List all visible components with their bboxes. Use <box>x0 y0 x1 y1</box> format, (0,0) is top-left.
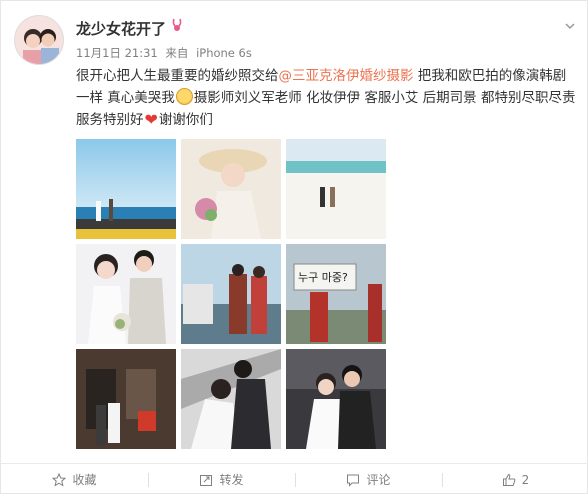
thumbs-up-icon <box>502 473 516 486</box>
favorite-button[interactable]: 收藏 <box>1 464 148 494</box>
comment-button[interactable]: 评论 <box>295 464 442 494</box>
photo-studio-couple[interactable] <box>76 244 176 344</box>
like-count: 2 <box>521 472 530 487</box>
weibo-post-card: 龙少女花开了 11月1日 21:31 来自 iPhone 6s 很开心把人生最重… <box>0 0 588 494</box>
post-text-segment: 很开心把人生最重要的婚纱照交给 <box>76 68 279 84</box>
photo-shop-front[interactable] <box>76 349 176 449</box>
post-text: 很开心把人生最重要的婚纱照交给@三亚克洛伊婚纱摄影 把我和欧巴拍的像演韩剧一样 … <box>76 65 576 131</box>
star-icon <box>52 472 67 487</box>
action-bar: 收藏 转发 评论 2 <box>1 463 588 494</box>
mention-link[interactable]: @三亚克洛伊婚纱摄影 <box>279 68 414 84</box>
avatar[interactable] <box>14 15 64 65</box>
like-button[interactable]: 2 <box>442 464 588 494</box>
post-source: iPhone 6s <box>196 46 252 60</box>
repost-label: 转发 <box>219 473 244 487</box>
heart-emoji-icon: ❤ <box>144 110 158 129</box>
post-time[interactable]: 11月1日 21:31 <box>76 46 158 60</box>
photo-beach-sea[interactable] <box>76 139 176 239</box>
crying-emoji-icon <box>175 88 193 105</box>
post-text-segment: 谢谢你们 <box>158 112 213 128</box>
comment-icon <box>347 474 360 487</box>
photo-bride-hat[interactable] <box>181 139 281 239</box>
username-text[interactable]: 龙少女花开了 <box>76 20 166 38</box>
comment-label: 评论 <box>366 473 391 487</box>
photo-boat-couple[interactable] <box>181 244 281 344</box>
photo-dark-couple[interactable] <box>286 349 386 449</box>
repost-button[interactable]: 转发 <box>148 464 295 494</box>
rabbit-badge-icon <box>170 18 184 36</box>
username[interactable]: 龙少女花开了 <box>76 18 184 39</box>
photo-white-beach[interactable] <box>286 139 386 239</box>
post-meta: 11月1日 21:31 来自 iPhone 6s <box>76 45 256 61</box>
favorite-label: 收藏 <box>72 473 97 487</box>
photo-korean-sign[interactable]: 누구 마중? <box>286 244 386 344</box>
repost-icon <box>200 474 213 486</box>
source-prefix: 来自 <box>165 46 189 60</box>
sign-text: 누구 마중? <box>298 271 348 284</box>
photo-stairs-couple[interactable] <box>181 349 281 449</box>
chevron-down-icon[interactable] <box>563 19 577 33</box>
